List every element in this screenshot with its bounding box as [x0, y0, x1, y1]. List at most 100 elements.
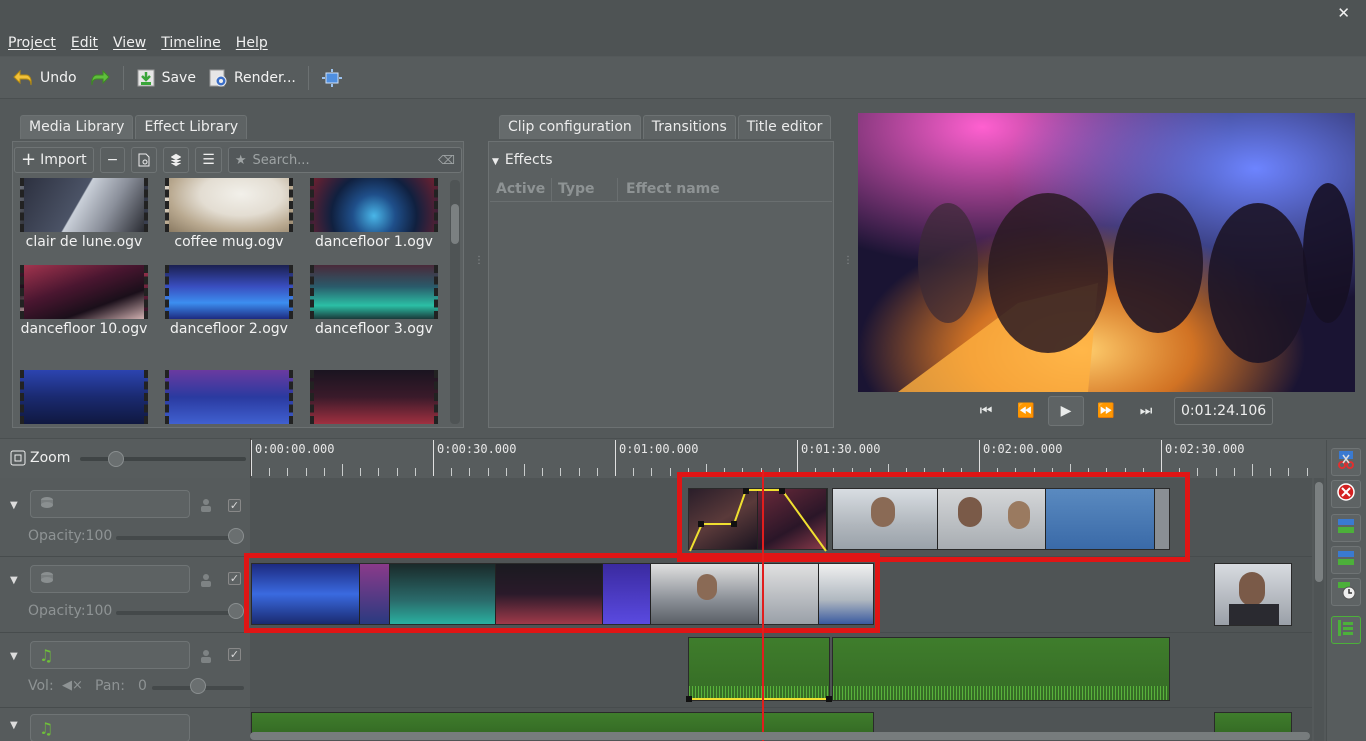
media-item[interactable]	[20, 370, 148, 426]
add-track-button[interactable]	[1331, 514, 1361, 542]
tab-transitions[interactable]: Transitions	[642, 115, 736, 139]
lock-icon[interactable]	[200, 573, 212, 587]
track-name-field[interactable]: ♫	[30, 714, 190, 741]
menu-project[interactable]: Project	[8, 35, 56, 51]
column-type[interactable]: Type	[552, 178, 618, 201]
view-menu-button[interactable]: ☰	[195, 147, 222, 173]
tab-title-editor[interactable]: Title editor	[737, 115, 832, 139]
media-item[interactable]: dancefloor 3.ogv	[310, 265, 438, 337]
fast-forward-button[interactable]: ⏩	[1088, 396, 1124, 426]
video-clip[interactable]	[1214, 563, 1292, 626]
media-item[interactable]: coffee mug.ogv	[165, 178, 293, 250]
track-name-field[interactable]	[30, 565, 190, 593]
lock-icon[interactable]	[200, 498, 212, 512]
close-icon[interactable]: ✕	[1337, 4, 1350, 22]
splitter-handle[interactable]: ⋮	[474, 256, 484, 266]
zoom-fit-icon[interactable]	[10, 450, 26, 466]
timeline-vertical-scrollbar[interactable]	[1314, 478, 1324, 741]
expand-arrow-icon[interactable]: ▼	[10, 575, 18, 586]
remove-button[interactable]: −	[99, 147, 126, 173]
tab-effect-library[interactable]: Effect Library	[135, 115, 248, 139]
undo-icon	[12, 69, 34, 87]
fast-forward-icon: ⏩	[1097, 403, 1115, 419]
tab-clip-configuration[interactable]: Clip configuration	[499, 115, 641, 139]
undo-button[interactable]: Undo	[12, 69, 77, 87]
audio-clip[interactable]	[251, 712, 874, 734]
media-item-label: dancefloor 1.ogv	[315, 234, 433, 250]
video-preview[interactable]	[858, 113, 1355, 392]
plus-icon: +	[21, 149, 37, 170]
tag-button[interactable]	[163, 147, 190, 173]
column-effect-name[interactable]: Effect name	[618, 178, 832, 201]
media-item[interactable]: clair de lune.ogv	[20, 178, 148, 250]
audio-clip[interactable]	[832, 637, 1170, 701]
time-marker-button[interactable]	[1331, 578, 1361, 606]
razor-tool-button[interactable]	[1331, 448, 1361, 476]
playhead[interactable]	[762, 470, 764, 741]
audio-clip[interactable]	[1214, 712, 1292, 734]
menu-help[interactable]: Help	[236, 35, 268, 51]
effects-section[interactable]: ▼ Effects	[492, 152, 553, 168]
timeline-vscroll-thumb[interactable]	[1315, 482, 1323, 582]
media-item[interactable]	[165, 370, 293, 426]
expand-arrow-icon[interactable]: ▼	[10, 720, 18, 731]
menu-timeline[interactable]: Timeline	[161, 35, 221, 51]
expand-arrow-icon[interactable]: ▼	[10, 500, 18, 511]
speaker-icon[interactable]: ◀×	[62, 678, 83, 693]
pan-slider-knob[interactable]	[190, 678, 206, 694]
play-button[interactable]: ▶	[1048, 396, 1084, 426]
rewind-button[interactable]: ⏪	[1008, 396, 1044, 426]
track-name-field[interactable]: ♫	[30, 641, 190, 669]
fullscreen-button[interactable]	[321, 68, 343, 88]
expand-arrow-icon[interactable]: ▼	[10, 651, 18, 662]
track-visible-checkbox[interactable]: ✓	[228, 572, 241, 585]
track-visible-checkbox[interactable]: ✓	[228, 499, 241, 512]
snap-button[interactable]	[1331, 546, 1361, 574]
film-icon	[39, 495, 55, 513]
timeline-horizontal-scrollbar[interactable]	[250, 732, 1310, 740]
clear-search-icon[interactable]: ⌫	[438, 153, 455, 167]
library-scrollbar-thumb[interactable]	[451, 204, 459, 244]
media-item[interactable]: dancefloor 2.ogv	[165, 265, 293, 337]
document-icon	[138, 153, 150, 167]
media-item[interactable]: dancefloor 1.ogv	[310, 178, 438, 250]
track-audible-checkbox[interactable]: ✓	[228, 648, 241, 661]
zoom-slider-track[interactable]	[80, 457, 246, 461]
go-to-start-button[interactable]: ⏮	[968, 396, 1004, 426]
menu-view[interactable]: View	[113, 35, 146, 51]
audio-fade-curve[interactable]	[686, 635, 832, 705]
column-active[interactable]: Active	[490, 178, 552, 201]
remove-clip-button[interactable]	[1331, 480, 1361, 508]
lock-icon[interactable]	[200, 649, 212, 663]
ruler-tick	[1306, 468, 1308, 476]
opacity-slider-knob[interactable]	[228, 603, 244, 619]
library-scrollbar[interactable]	[450, 180, 460, 424]
media-grid: clair de lune.ogv coffee mug.ogv dancefl…	[18, 178, 446, 426]
opacity-label: Opacity:100	[28, 528, 113, 544]
import-button[interactable]: + Import	[14, 147, 94, 173]
track-layout-button[interactable]	[1331, 616, 1361, 644]
track-name-field[interactable]	[30, 490, 190, 518]
opacity-slider-knob[interactable]	[228, 528, 244, 544]
ruler-tick	[1215, 468, 1217, 476]
media-item[interactable]	[310, 370, 438, 426]
zoom-slider-knob[interactable]	[108, 451, 124, 467]
opacity-slider[interactable]	[116, 611, 242, 615]
menu-edit[interactable]: Edit	[71, 35, 98, 51]
track-header-audio-1: ▼ ♫ ✓ Vol: ◀× Pan: 0	[0, 633, 250, 707]
toolbar-separator	[307, 65, 309, 90]
media-item[interactable]: dancefloor 10.ogv	[20, 265, 148, 337]
filmstrip-icon	[1336, 516, 1356, 540]
save-button[interactable]: Save	[136, 68, 196, 88]
redo-button[interactable]	[89, 69, 111, 87]
search-input[interactable]: ★ Search... ⌫	[227, 147, 462, 173]
ruler-tick	[615, 440, 616, 476]
opacity-slider[interactable]	[116, 536, 242, 540]
tab-media-library[interactable]: Media Library	[20, 115, 134, 139]
properties-button[interactable]	[131, 147, 158, 173]
ruler-tick	[1197, 468, 1199, 476]
splitter-handle[interactable]: ⋮	[843, 256, 853, 266]
render-button[interactable]: Render...	[208, 68, 296, 88]
ruler-tick	[797, 440, 798, 476]
go-to-end-button[interactable]: ⏭	[1128, 396, 1164, 426]
